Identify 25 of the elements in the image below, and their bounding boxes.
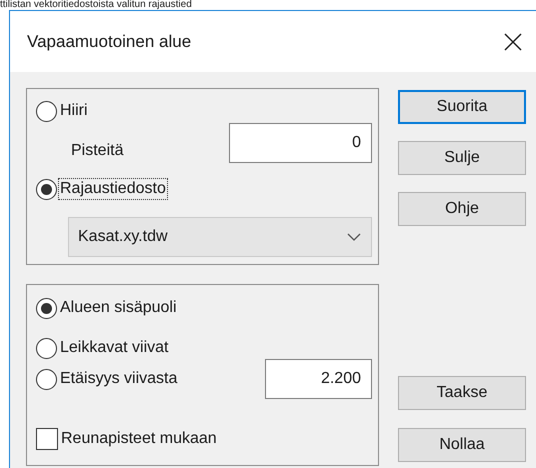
radio-label[interactable]: Leikkavat viivat <box>59 338 170 358</box>
radio-label[interactable]: Hiiri <box>59 101 89 121</box>
dialog-button[interactable]: Ohje <box>398 192 526 226</box>
dialog-button[interactable]: Suorita <box>398 90 526 124</box>
radio-button[interactable] <box>36 178 57 200</box>
radio-label[interactable]: Etäisyys viivasta <box>59 369 178 389</box>
dialog-button[interactable]: Sulje <box>398 141 526 175</box>
background-text: ttilistan vektoritiedostoista valitun rajaustied <box>0 0 192 10</box>
chevron-down-icon <box>347 233 361 241</box>
checkbox[interactable] <box>36 428 58 450</box>
radio-button[interactable] <box>36 368 57 390</box>
radio-label[interactable]: Alueen sisäpuoli <box>59 298 178 318</box>
radio-button[interactable] <box>36 100 57 122</box>
radio-button[interactable] <box>36 298 57 318</box>
input-field[interactable]: 2.200 <box>265 359 372 399</box>
field-label: Pisteitä <box>71 141 124 161</box>
window-title: Vapaamuotoinen alue <box>27 30 192 53</box>
close-icon[interactable] <box>502 30 524 52</box>
dialog-button[interactable]: Nollaa <box>398 428 526 462</box>
input-field[interactable]: 0 <box>229 123 372 163</box>
radio-button[interactable] <box>36 338 57 358</box>
dialog-button[interactable]: Taakse <box>398 376 526 410</box>
checkbox-label[interactable]: Reunapisteet mukaan <box>61 427 217 451</box>
file-dropdown[interactable]: Kasat.xy.tdw <box>68 217 372 257</box>
radio-label[interactable]: Rajaustiedosto <box>59 179 167 199</box>
